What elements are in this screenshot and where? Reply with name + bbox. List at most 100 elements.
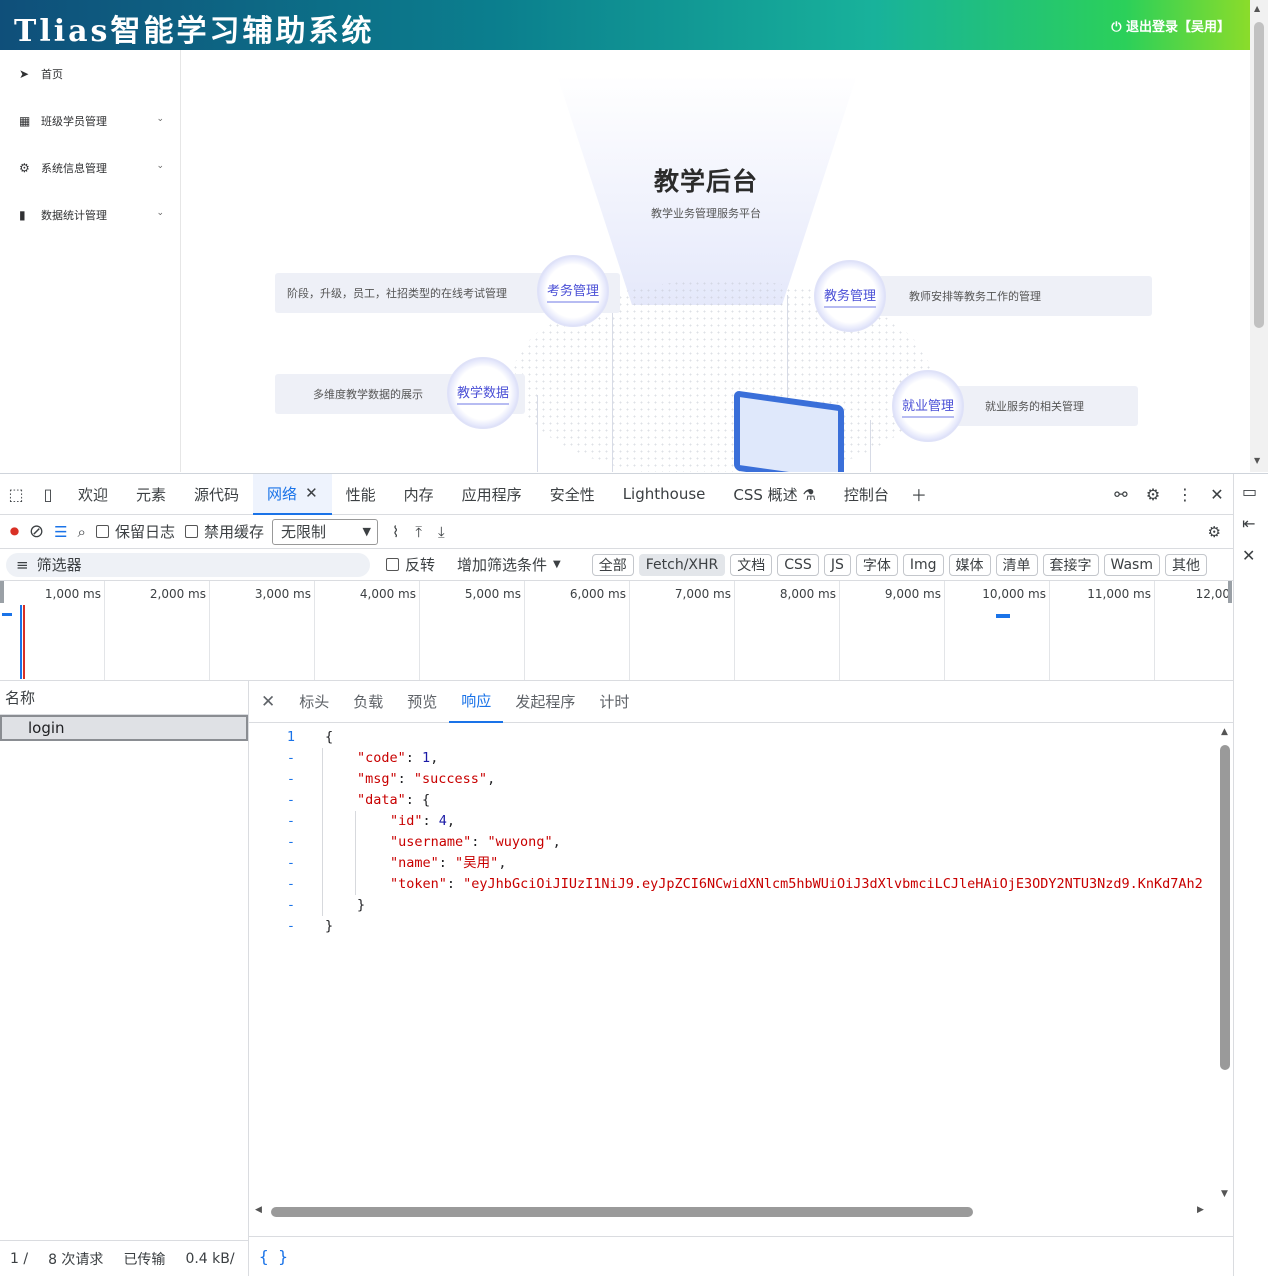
scroll-up-icon[interactable]: ▲ bbox=[1221, 727, 1228, 737]
clear-icon[interactable]: ⊘ bbox=[29, 521, 44, 542]
node-employment-management[interactable]: 就业管理 bbox=[892, 370, 964, 442]
tab-headers[interactable]: 标头 bbox=[287, 681, 341, 723]
code-line: - "msg": "success", bbox=[286, 771, 496, 787]
close-icon[interactable]: ✕ bbox=[1242, 546, 1255, 565]
sidebar-item-class-students[interactable]: ▦ 班级学员管理 ⌄ bbox=[0, 97, 180, 144]
scroll-up-icon[interactable]: ▲ bbox=[1254, 4, 1260, 13]
devtools-tab-bar: ⬚ ▯ 欢迎 元素 源代码 网络 ✕ 性能 内存 应用程序 安全性 Lighth… bbox=[0, 473, 1233, 515]
tab-elements[interactable]: 元素 bbox=[122, 474, 180, 515]
filter-chip-all[interactable]: 全部 bbox=[591, 553, 634, 576]
filter-chip-wasm[interactable]: Wasm bbox=[1103, 553, 1160, 576]
record-stop-icon[interactable]: ⏺ bbox=[10, 521, 19, 542]
sidebar-item-system-info[interactable]: ⚙ 系统信息管理 ⌄ bbox=[0, 144, 180, 191]
search-icon[interactable]: ⌕ bbox=[78, 523, 86, 541]
connector-line bbox=[612, 305, 613, 472]
pretty-print-icon[interactable]: { } bbox=[259, 1247, 288, 1266]
response-horizontal-scrollbar[interactable]: ◀ ▶ bbox=[249, 1203, 1217, 1219]
timeline-overview-handle-left[interactable] bbox=[0, 581, 4, 603]
dock-bottom-icon[interactable]: ▭ bbox=[1242, 482, 1257, 501]
disable-cache-checkbox[interactable]: 禁用缓存 bbox=[184, 521, 264, 542]
scrollbar-thumb[interactable] bbox=[1254, 22, 1264, 328]
request-list-header[interactable]: 名称 bbox=[0, 681, 248, 715]
scroll-down-icon[interactable]: ▼ bbox=[1254, 456, 1260, 465]
settings-gear-icon[interactable]: ⚙ bbox=[1137, 474, 1169, 515]
filter-chip-css[interactable]: CSS bbox=[777, 553, 819, 576]
filter-chip-socket[interactable]: 套接字 bbox=[1042, 553, 1099, 576]
throttle-select[interactable]: 无限制 ▼ bbox=[271, 518, 378, 545]
app-viewport: Tlias智能学习辅助系统 ⏻ 退出登录【吴用】 ➤ 首页 ▦ 班级学员管理 ⌄… bbox=[0, 0, 1250, 472]
export-har-icon[interactable]: ⤓ bbox=[438, 523, 445, 541]
node-label: 教学数据 bbox=[456, 382, 509, 405]
preserve-log-checkbox[interactable]: 保留日志 bbox=[95, 521, 175, 542]
import-har-icon[interactable]: ⤒ bbox=[415, 523, 422, 541]
page-scrollbar[interactable]: ▲ ▼ bbox=[1250, 0, 1268, 472]
response-body[interactable]: 1{ - "code": 1, - "msg": "success", - "data… bbox=[249, 723, 1217, 1203]
filter-chip-doc[interactable]: 文档 bbox=[730, 553, 773, 576]
detail-footer: { } bbox=[249, 1236, 1233, 1276]
scroll-right-icon[interactable]: ▶ bbox=[1197, 1205, 1204, 1215]
tab-preview[interactable]: 预览 bbox=[395, 681, 449, 723]
scrollbar-thumb[interactable] bbox=[1220, 745, 1230, 1070]
timeline-tick: 12,00 bbox=[1154, 581, 1233, 680]
logout-button[interactable]: ⏻ 退出登录【吴用】 bbox=[1111, 16, 1230, 35]
close-detail-icon[interactable]: ✕ bbox=[249, 681, 287, 723]
node-exam-management[interactable]: 考务管理 bbox=[537, 255, 609, 327]
close-devtools-icon[interactable]: ✕ bbox=[1201, 474, 1233, 515]
timeline-overview-handle-right[interactable] bbox=[1228, 581, 1232, 603]
sidebar-item-home[interactable]: ➤ 首页 bbox=[0, 50, 180, 97]
filter-chip-img[interactable]: Img bbox=[902, 553, 944, 576]
devtools-side-strip: ▭ ⇤ ✕ bbox=[1233, 474, 1268, 1276]
tab-payload[interactable]: 负载 bbox=[341, 681, 395, 723]
filter-chip-font[interactable]: 字体 bbox=[855, 553, 898, 576]
total-requests: 8 次请求 bbox=[48, 1251, 104, 1268]
code-line: 1{ bbox=[286, 729, 334, 745]
device-toolbar-icon[interactable]: ▯ bbox=[32, 474, 64, 515]
close-icon[interactable]: ✕ bbox=[305, 484, 318, 502]
inspect-element-icon[interactable]: ⬚ bbox=[0, 474, 32, 515]
dock-side-icon[interactable]: ⇤ bbox=[1242, 514, 1255, 533]
timeline-tick: 4,000 ms bbox=[314, 581, 419, 680]
filter-chip-media[interactable]: 媒体 bbox=[948, 553, 991, 576]
node-academic-management[interactable]: 教务管理 bbox=[814, 260, 886, 332]
tab-network[interactable]: 网络 ✕ bbox=[253, 473, 332, 515]
sidebar-item-statistics[interactable]: ▮ 数据统计管理 ⌄ bbox=[0, 191, 180, 238]
more-filters-dropdown[interactable]: 增加筛选条件 ▼ bbox=[457, 554, 561, 575]
code-line: - "id": 4, bbox=[286, 813, 456, 829]
filter-chip-manifest[interactable]: 清单 bbox=[995, 553, 1038, 576]
tab-sources[interactable]: 源代码 bbox=[180, 474, 253, 515]
tab-console[interactable]: 控制台 bbox=[830, 474, 903, 515]
tab-application[interactable]: 应用程序 bbox=[448, 474, 536, 515]
tab-welcome[interactable]: 欢迎 bbox=[64, 474, 122, 515]
tab-initiator[interactable]: 发起程序 bbox=[503, 681, 587, 723]
request-row-login[interactable]: login bbox=[0, 715, 248, 741]
network-timeline[interactable]: 1,000 ms 2,000 ms 3,000 ms 4,000 ms 5,00… bbox=[0, 581, 1233, 681]
scrollbar-thumb[interactable] bbox=[271, 1207, 973, 1217]
customize-icon[interactable]: ⚯ bbox=[1105, 474, 1137, 515]
filter-chip-js[interactable]: JS bbox=[823, 553, 851, 576]
timeline-tick: 5,000 ms bbox=[419, 581, 524, 680]
filter-chip-fetch-xhr[interactable]: Fetch/XHR bbox=[638, 553, 726, 576]
tab-css-overview[interactable]: CSS 概述 ⚗ bbox=[719, 474, 830, 515]
network-settings-icon[interactable]: ⚙ bbox=[1208, 523, 1221, 541]
invert-checkbox[interactable]: 反转 bbox=[386, 554, 435, 575]
filter-chip-other[interactable]: 其他 bbox=[1164, 553, 1207, 576]
tab-lighthouse[interactable]: Lighthouse bbox=[609, 474, 720, 515]
scroll-down-icon[interactable]: ▼ bbox=[1221, 1189, 1228, 1199]
gear-icon: ⚙ bbox=[19, 160, 30, 175]
scroll-left-icon[interactable]: ◀ bbox=[255, 1205, 262, 1215]
tab-memory[interactable]: 内存 bbox=[390, 474, 448, 515]
sidebar-item-label: 班级学员管理 bbox=[41, 114, 107, 128]
response-vertical-scrollbar[interactable]: ▲ ▼ bbox=[1217, 723, 1233, 1203]
tab-response[interactable]: 响应 bbox=[449, 681, 504, 723]
tab-timing[interactable]: 计时 bbox=[587, 681, 641, 723]
timeline-tick: 7,000 ms bbox=[629, 581, 734, 680]
filter-input[interactable]: ≡ 筛选器 bbox=[6, 552, 370, 577]
filter-toggle-icon[interactable]: ☰ bbox=[54, 523, 67, 541]
network-conditions-icon[interactable]: ⌇ bbox=[392, 523, 399, 541]
more-options-icon[interactable]: ⋮ bbox=[1169, 474, 1201, 515]
add-tab-icon[interactable]: ＋ bbox=[903, 474, 935, 515]
tab-security[interactable]: 安全性 bbox=[536, 474, 609, 515]
node-teaching-data[interactable]: 教学数据 bbox=[447, 357, 519, 429]
transferred-size: 0.4 kB/ bbox=[185, 1250, 235, 1267]
tab-performance[interactable]: 性能 bbox=[332, 474, 390, 515]
